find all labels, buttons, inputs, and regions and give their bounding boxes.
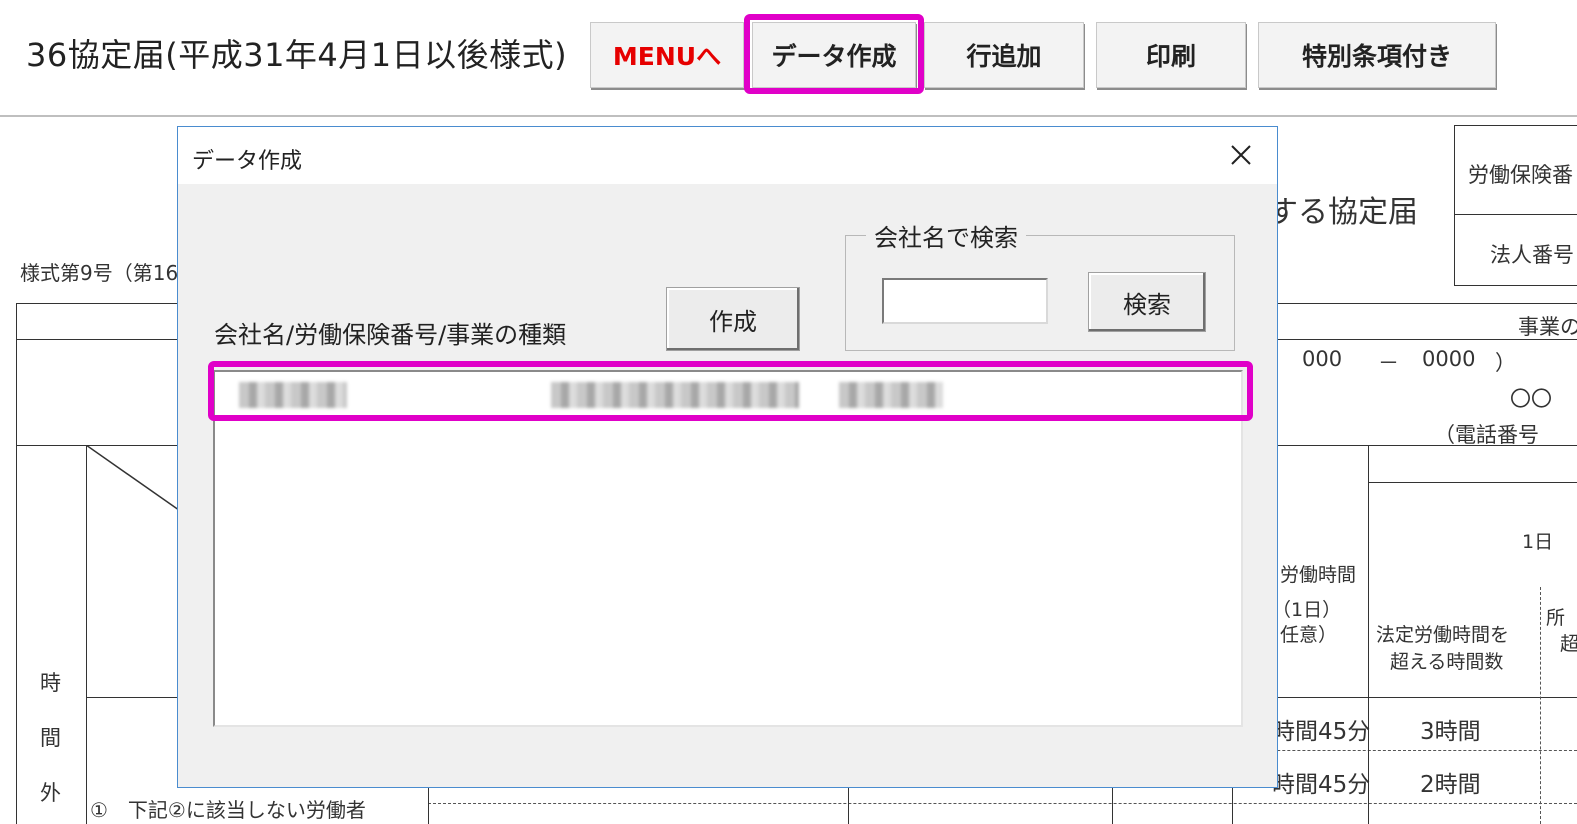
postal-b: 0000 bbox=[1422, 347, 1476, 371]
working-hours-label: 労働時間 bbox=[1280, 564, 1357, 586]
search-group-label: 会社名で検索 bbox=[866, 218, 1026, 253]
hours-2: 2時間 bbox=[1420, 772, 1481, 798]
search-group: 会社名で検索 検索 bbox=[845, 218, 1235, 351]
labor-insurance-label: 労働保険番 bbox=[1468, 163, 1573, 187]
phone-label: （電話番号 bbox=[1434, 423, 1539, 447]
hours-3: 3時間 bbox=[1420, 719, 1481, 745]
side-ji: 時 bbox=[40, 671, 61, 695]
legal-hours-line2: 超える時間数 bbox=[1390, 651, 1504, 673]
menu-button[interactable]: MENUへ bbox=[590, 22, 744, 88]
company-listbox[interactable] bbox=[213, 370, 1243, 727]
special-clause-button[interactable]: 特別条項付き bbox=[1258, 22, 1496, 88]
dialog-title: データ作成 bbox=[192, 149, 303, 174]
form-number: 様式第9号（第16 bbox=[20, 261, 179, 285]
postal-dash: － bbox=[1378, 351, 1399, 375]
corporate-number-label: 法人番号 bbox=[1490, 243, 1574, 267]
day-label: 1日 bbox=[1522, 531, 1554, 553]
list-label: 会社名/労働保険番号/事業の種類 bbox=[214, 321, 567, 349]
time-45-b: 時間45分 bbox=[1272, 772, 1371, 798]
sheet-title-fragment: する協定届 bbox=[1268, 195, 1418, 230]
add-row-button[interactable]: 行追加 bbox=[924, 22, 1084, 88]
postal-a: 000 bbox=[1302, 347, 1343, 371]
company-search-input[interactable] bbox=[882, 278, 1048, 324]
app-title: 36協定届(平成31年4月1日以後様式) bbox=[26, 36, 568, 74]
close-icon[interactable] bbox=[1223, 137, 1259, 173]
highlight-data-create bbox=[744, 14, 924, 94]
circles: 〇〇 bbox=[1510, 387, 1552, 411]
print-button[interactable]: 印刷 bbox=[1096, 22, 1246, 88]
side-kan: 間 bbox=[40, 726, 61, 750]
worker-note: ① 下記②に該当しない労働者 bbox=[90, 798, 366, 822]
time-45-a: 時間45分 bbox=[1272, 719, 1371, 745]
one-day-label: （1日） bbox=[1272, 599, 1342, 621]
search-button[interactable]: 検索 bbox=[1088, 272, 1206, 332]
partial-sho: 所 bbox=[1546, 607, 1566, 629]
partial-cho: 超 bbox=[1560, 633, 1577, 655]
create-button[interactable]: 作成 bbox=[666, 287, 800, 351]
legal-hours-line1: 法定労働時間を bbox=[1376, 624, 1510, 646]
diagonal-line bbox=[86, 445, 186, 516]
business-label: 事業の bbox=[1518, 315, 1577, 339]
app-toolbar: 36協定届(平成31年4月1日以後様式) MENUへ データ作成 行追加 印刷 … bbox=[0, 0, 1577, 117]
optional-label: 任意） bbox=[1280, 624, 1338, 646]
data-create-dialog: データ作成 会社名/労働保険番号/事業の種類 作成 会社名で検索 検索 bbox=[177, 126, 1278, 788]
highlight-list-item bbox=[208, 361, 1253, 421]
side-gai: 外 bbox=[40, 781, 61, 805]
dialog-titlebar: データ作成 bbox=[178, 127, 1277, 184]
postal-close: ） bbox=[1495, 351, 1516, 375]
